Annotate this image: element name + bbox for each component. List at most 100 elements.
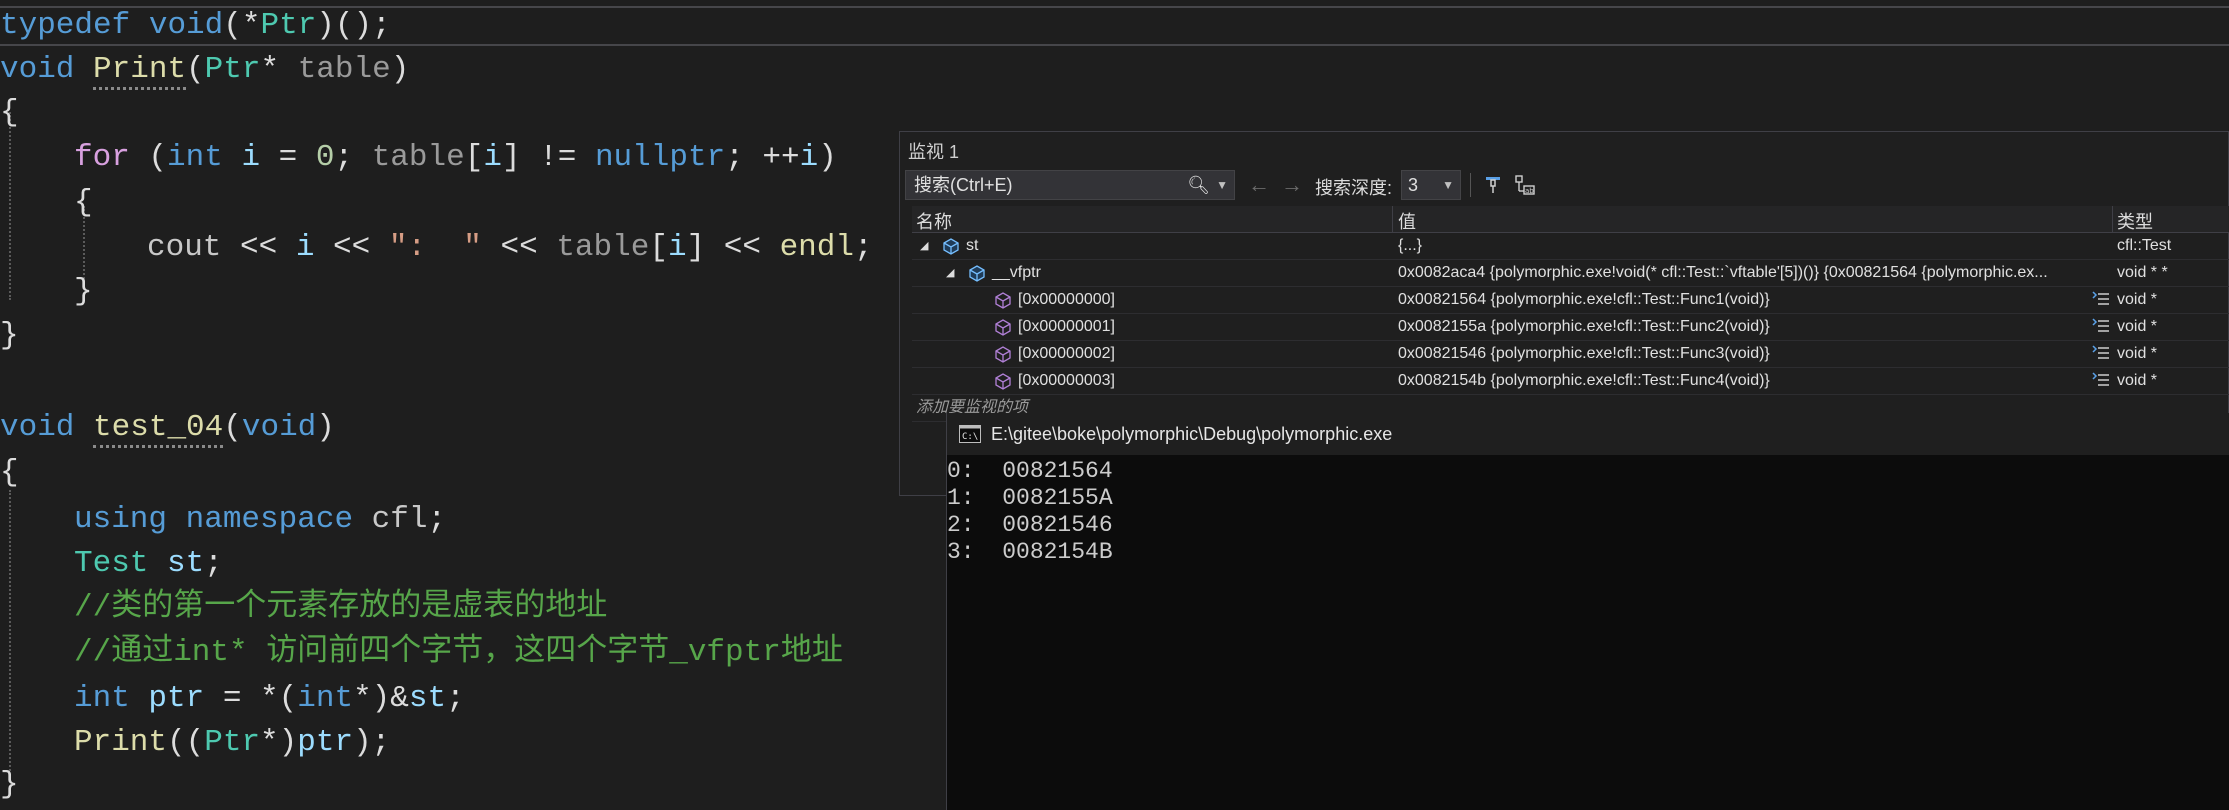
comment-text: //类的第一个元素存放的是虚表的地址 (74, 590, 608, 625)
watch-value[interactable]: 0x0082155a {polymorphic.exe!cfl::Test::F… (1398, 314, 2128, 340)
punct: ] (686, 230, 706, 265)
type-name: Test (74, 546, 149, 581)
watch-value[interactable]: 0x00821546 {polymorphic.exe!cfl::Test::F… (1398, 341, 2128, 367)
punct: ( (186, 52, 205, 87)
collapse-arrow-icon[interactable]: ◢ (920, 233, 928, 259)
punct: *) (260, 725, 298, 760)
code-line-3[interactable]: { (0, 93, 19, 133)
search-placeholder: 搜索(Ctrl+E) (914, 175, 1013, 195)
identifier: cfl (353, 502, 428, 537)
chevron-down-icon[interactable]: ▼ (1442, 171, 1454, 199)
keyword: for (74, 140, 130, 175)
console-window[interactable]: C:\ E:\gitee\boke\polymorphic\Debug\poly… (946, 413, 2229, 810)
punct: ( (129, 140, 168, 175)
watch-name: [0x00000001] (1018, 318, 1115, 335)
code-line-12[interactable]: Test st; (74, 544, 223, 584)
punct: [ (464, 140, 484, 175)
variable: st (408, 681, 447, 716)
watch-value[interactable]: 0x0082aca4 {polymorphic.exe!void(* cfl::… (1398, 260, 2128, 286)
visualizer-icon[interactable] (2092, 291, 2110, 307)
code-comment[interactable]: //通过int* 访问前四个字节，这四个字节_vfptr地址 (74, 633, 843, 673)
watch-row[interactable]: [0x00000001] 0x0082155a {polymorphic.exe… (912, 314, 2229, 341)
console-output[interactable]: 0: 00821564 1: 0082155A 2: 00821546 3: 0… (947, 455, 2229, 810)
code-line-10[interactable]: { (0, 453, 19, 493)
chevron-down-icon[interactable]: ▼ (1216, 171, 1228, 199)
code-line-8[interactable]: } (0, 316, 19, 356)
code-line-11[interactable]: using namespace cfl; (74, 500, 446, 540)
keyword: int (297, 681, 354, 716)
column-header-type[interactable]: 类型 (2117, 208, 2153, 234)
svg-text:C:\: C:\ (962, 432, 978, 442)
punct: << (705, 230, 780, 265)
search-input[interactable]: 搜索(Ctrl+E) 🔍︎ ▼ (905, 170, 1235, 200)
pin-icon[interactable] (1483, 174, 1505, 196)
code-line-1[interactable]: typedef void(*Ptr)(); (0, 6, 391, 46)
brace: { (0, 455, 19, 490)
watch-row[interactable]: ◢ st {...} cfl::Test (912, 233, 2229, 260)
punct: ) (390, 52, 410, 87)
punct: [ (649, 230, 668, 265)
code-line-15[interactable]: int ptr = *(int*)&st; (74, 679, 465, 719)
watch-grid: 名称 值 类型 ◢ st {...} cfl::Test ◢ __vfptr 0… (912, 206, 2229, 422)
code-line-9[interactable]: void test_04(void) (0, 408, 335, 448)
column-header-name[interactable]: 名称 (916, 208, 952, 234)
watch-toolbar: 搜索(Ctrl+E) 🔍︎ ▼ ← → 搜索深度: 3 ▼ ab (900, 169, 2228, 203)
watch-row[interactable]: [0x00000000] 0x00821564 {polymorphic.exe… (912, 287, 2229, 314)
punct: * (260, 52, 280, 87)
punct: *)& (353, 681, 409, 716)
hierarchy-icon[interactable]: ab (1514, 174, 1536, 196)
watch-type: void * * (2117, 264, 2168, 281)
console-titlebar[interactable]: C:\ E:\gitee\boke\polymorphic\Debug\poly… (947, 413, 2229, 455)
console-title: E:\gitee\boke\polymorphic\Debug\polymorp… (991, 424, 1393, 444)
function-name: Print (93, 52, 187, 90)
back-arrow-icon[interactable]: ← (1248, 172, 1270, 198)
watch-row[interactable]: ◢ __vfptr 0x0082aca4 {polymorphic.exe!vo… (912, 260, 2229, 287)
watch-row[interactable]: [0x00000003] 0x0082154b {polymorphic.exe… (912, 368, 2229, 395)
indent-guide (9, 112, 11, 300)
console-line: 1: 0082155A (947, 485, 1113, 511)
visualizer-icon[interactable] (2092, 372, 2110, 388)
watch-name: [0x00000003] (1018, 372, 1115, 389)
watch-value[interactable]: 0x00821564 {polymorphic.exe!cfl::Test::F… (1398, 287, 2128, 313)
watch-value[interactable]: {...} (1398, 233, 2128, 259)
code-line-17[interactable]: } (0, 765, 19, 805)
column-divider[interactable] (2112, 206, 2113, 232)
keyword: void (0, 410, 75, 445)
watch-row[interactable]: [0x00000002] 0x00821546 {polymorphic.exe… (912, 341, 2229, 368)
search-depth-select[interactable]: 3 ▼ (1401, 170, 1461, 200)
code-line-7[interactable]: } (74, 272, 93, 312)
visualizer-icon[interactable] (2092, 318, 2110, 334)
watch-name: st (966, 237, 979, 254)
punct: ; (854, 230, 873, 265)
variable: i (295, 230, 315, 265)
watch-type: void * (2117, 291, 2158, 308)
punct: ) (818, 140, 837, 175)
code-line-6[interactable]: cout << i << ": " << table[i] << endl; (147, 228, 873, 268)
variable: i (799, 140, 819, 175)
variable: i (483, 140, 502, 175)
variable: i (667, 230, 687, 265)
collapse-arrow-icon[interactable]: ◢ (946, 260, 954, 286)
keyword: int (74, 681, 130, 716)
search-depth-value: 3 (1408, 175, 1419, 195)
code-line-2[interactable]: void Print(Ptr* table) (0, 50, 409, 90)
brace: } (0, 318, 19, 353)
punct: ; (204, 546, 223, 581)
column-header-value[interactable]: 值 (1398, 208, 1416, 234)
code-line-4[interactable]: for (int i = 0; table[i] != nullptr; ++i… (74, 138, 837, 178)
visualizer-icon[interactable] (2092, 345, 2110, 361)
variable: ptr (297, 725, 354, 760)
code-line-16[interactable]: Print((Ptr*)ptr); (74, 723, 390, 763)
punct: ) (316, 410, 335, 445)
keyword: namespace (167, 502, 354, 537)
watch-value[interactable]: 0x0082154b {polymorphic.exe!cfl::Test::F… (1398, 368, 2128, 394)
search-icon[interactable]: 🔍︎ (1187, 171, 1210, 199)
console-app-icon: C:\ (959, 425, 981, 443)
code-line-5[interactable]: { (74, 183, 93, 223)
code-comment[interactable]: //类的第一个元素存放的是虚表的地址 (74, 588, 607, 628)
column-divider[interactable] (1392, 206, 1393, 232)
forward-arrow-icon[interactable]: → (1281, 172, 1303, 198)
watch-type: void * (2117, 318, 2158, 335)
parameter: table (556, 230, 650, 265)
function-name: Print (74, 725, 168, 760)
